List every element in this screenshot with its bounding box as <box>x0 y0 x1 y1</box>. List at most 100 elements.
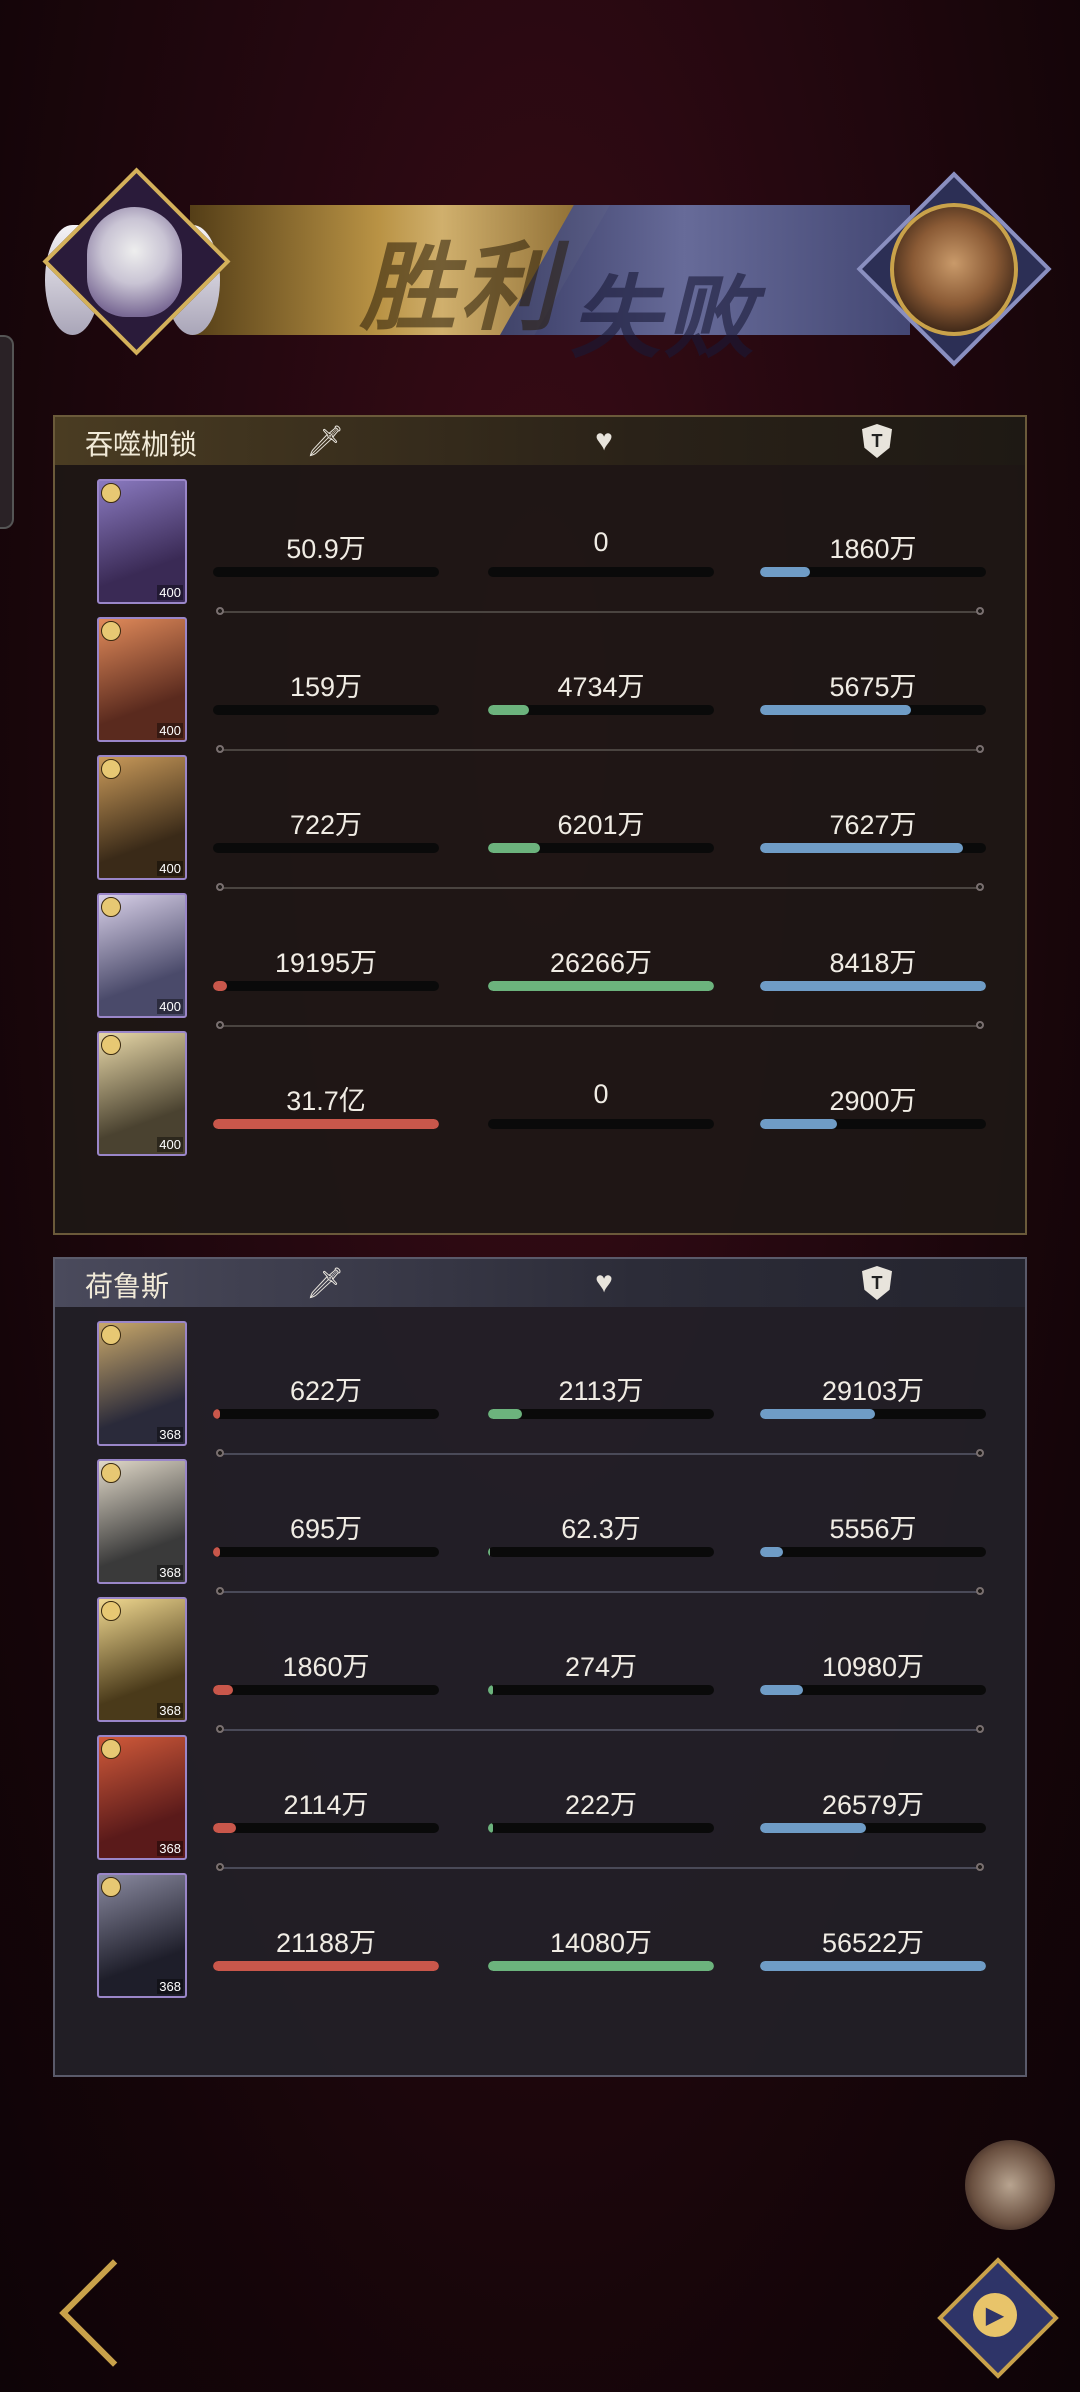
team-header: 吞噬枷锁 🗡 ♥ T <box>55 417 1025 465</box>
damage-value: 2114万 <box>283 1790 369 1820</box>
healing-value: 26266万 <box>549 948 653 978</box>
hero-card[interactable]: 400 <box>97 1031 187 1156</box>
team-panel-loser: 荷鲁斯 🗡 ♥ T 368 622万 2113万 29103万 368 695万 62.3万… <box>53 1257 1027 2077</box>
damage-bar <box>213 1119 439 1129</box>
hero-level: 368 <box>157 1841 183 1856</box>
row-divider <box>214 1723 986 1735</box>
hero-card[interactable]: 368 <box>97 1735 187 1860</box>
healing-bar <box>488 705 714 715</box>
hero-level: 368 <box>157 1427 183 1442</box>
row-divider <box>214 1585 986 1597</box>
winner-avatar[interactable] <box>42 165 231 375</box>
hero-level: 400 <box>157 999 183 1014</box>
row-divider <box>214 605 986 617</box>
hero-card[interactable]: 400 <box>97 893 187 1018</box>
loser-avatar[interactable] <box>850 165 1052 367</box>
chevron-left-icon <box>59 2259 167 2367</box>
damage-value: 622万 <box>289 1376 363 1406</box>
healing-value: 0 <box>593 1079 609 1109</box>
damage-taken-value: 29103万 <box>821 1376 925 1406</box>
faction-icon <box>101 1463 121 1483</box>
hero-stat-row: 368 21188万 14080万 56522万 <box>55 1871 1025 2009</box>
hero-card[interactable]: 400 <box>97 755 187 880</box>
damage-taken-bar <box>760 1823 986 1833</box>
damage-bar <box>213 1547 439 1557</box>
hero-stat-row: 368 695万 62.3万 5556万 <box>55 1457 1025 1597</box>
team-name: 荷鲁斯 <box>85 1270 170 1303</box>
damage-bar <box>213 1409 439 1419</box>
row-divider <box>214 1861 986 1873</box>
damage-value: 21188万 <box>275 1928 377 1958</box>
damage-bar <box>213 1961 439 1971</box>
damage-bar <box>213 705 439 715</box>
hero-card[interactable]: 368 <box>97 1873 187 1998</box>
floating-assistant-button[interactable] <box>965 2140 1055 2230</box>
healing-bar <box>488 1823 714 1833</box>
damage-bar <box>213 1823 439 1833</box>
replay-button[interactable]: ▶ <box>937 2257 1059 2379</box>
damage-value: 159万 <box>289 672 363 702</box>
damage-taken-value: 26579万 <box>821 1790 925 1820</box>
row-divider <box>214 1447 986 1459</box>
back-button[interactable] <box>55 2259 167 2367</box>
victory-label: 胜利 <box>360 231 560 344</box>
damage-taken-value: 7627万 <box>829 810 917 840</box>
hero-level: 368 <box>157 1565 183 1580</box>
faction-icon <box>101 1739 121 1759</box>
healing-value: 274万 <box>564 1652 638 1682</box>
heart-icon: ♥ <box>595 1266 613 1299</box>
row-divider <box>214 743 986 755</box>
damage-taken-bar <box>760 1961 986 1971</box>
damage-taken-value: 10980万 <box>821 1652 925 1682</box>
damage-taken-bar <box>760 1547 986 1557</box>
hero-card[interactable]: 400 <box>97 617 187 742</box>
damage-value: 722万 <box>289 810 363 840</box>
damage-taken-bar <box>760 843 986 853</box>
healing-bar <box>488 1409 714 1419</box>
hero-card[interactable]: 368 <box>97 1321 187 1446</box>
damage-taken-bar <box>760 567 986 577</box>
damage-value: 19195万 <box>274 948 378 978</box>
battle-result-banner: 胜利 失败 <box>30 150 1052 380</box>
damage-taken-bar <box>760 1119 986 1129</box>
hero-level: 400 <box>157 861 183 876</box>
healing-value: 4734万 <box>557 672 645 702</box>
damage-taken-value: 5675万 <box>829 672 917 702</box>
sword-icon: 🗡 <box>305 424 345 458</box>
team-header: 荷鲁斯 🗡 ♥ T <box>55 1259 1025 1307</box>
healing-value: 2113万 <box>558 1376 644 1406</box>
hero-stat-row: 368 1860万 274万 10980万 <box>55 1595 1025 1735</box>
damage-bar <box>213 1685 439 1695</box>
hero-level: 400 <box>157 1137 183 1152</box>
faction-icon <box>101 1877 121 1897</box>
heart-icon: ♥ <box>595 424 613 457</box>
faction-icon <box>101 1601 121 1621</box>
hero-card[interactable]: 400 <box>97 479 187 604</box>
damage-taken-value: 5556万 <box>829 1514 917 1544</box>
hero-stat-row: 400 31.7亿 0 2900万 <box>55 1029 1025 1167</box>
hero-stat-row: 368 622万 2113万 29103万 <box>55 1319 1025 1459</box>
hero-level: 368 <box>157 1979 183 1994</box>
damage-taken-bar <box>760 981 986 991</box>
side-drawer-handle[interactable] <box>0 335 14 529</box>
shield-icon: T <box>857 421 897 461</box>
healing-bar <box>488 1685 714 1695</box>
hero-stat-row: 400 159万 4734万 5675万 <box>55 615 1025 755</box>
healing-bar <box>488 1961 714 1971</box>
play-icon: ▶ <box>973 2293 1017 2337</box>
hero-card[interactable]: 368 <box>97 1597 187 1722</box>
row-divider <box>214 1019 986 1031</box>
damage-bar <box>213 981 439 991</box>
healing-value: 6201万 <box>557 810 645 840</box>
hero-card[interactable]: 368 <box>97 1459 187 1584</box>
hero-stat-row: 368 2114万 222万 26579万 <box>55 1733 1025 1873</box>
hero-stat-row: 400 19195万 26266万 8418万 <box>55 891 1025 1031</box>
healing-value: 62.3万 <box>561 1514 641 1544</box>
damage-value: 31.7亿 <box>286 1086 366 1116</box>
team-name: 吞噬枷锁 <box>85 428 198 461</box>
row-divider <box>214 881 986 893</box>
healing-value: 14080万 <box>549 1928 653 1958</box>
team-panel-winner: 吞噬枷锁 🗡 ♥ T 400 50.9万 0 1860万 400 159万 4734万 567… <box>53 415 1027 1235</box>
damage-taken-bar <box>760 705 986 715</box>
shield-icon: T <box>857 1263 897 1303</box>
